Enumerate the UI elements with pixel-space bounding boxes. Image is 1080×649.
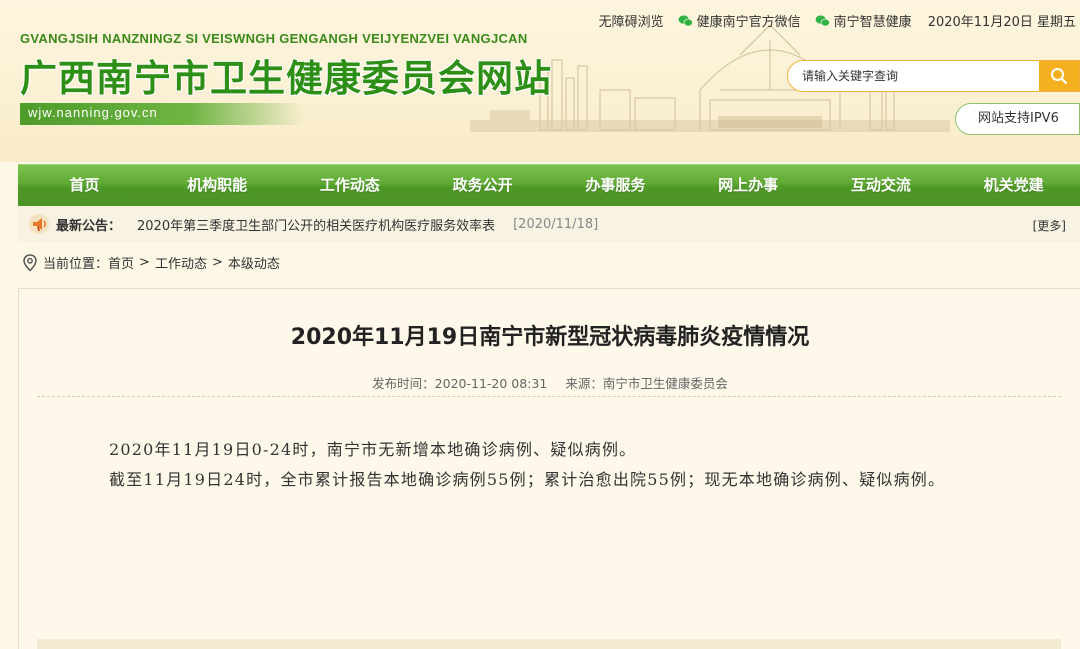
article-paragraph: 2020年11月19日0-24时，南宁市无新增本地确诊病例、疑似病例。	[109, 440, 637, 459]
wechat-smart-link[interactable]: 南宁智慧健康	[815, 11, 912, 30]
source-label: 来源：	[565, 376, 603, 391]
current-date: 2020年11月20日 星期五	[927, 15, 1076, 30]
site-title[interactable]: 广西南宁市卫生健康委员会网站	[20, 48, 552, 102]
article-paragraph: 截至11月19日24时，全市累计报告本地确诊病例55例；累计治愈出院55例；现无…	[109, 470, 946, 489]
wechat-icon	[678, 14, 693, 26]
horn-icon	[29, 214, 49, 234]
wechat-icon	[815, 14, 830, 26]
article-meta: 发布时间：2020-11-20 08:31 来源：南宁市卫生健康委员会	[19, 373, 1080, 392]
article-body: 2020年11月19日0-24时，南宁市无新增本地确诊病例、疑似病例。 截至11…	[77, 435, 1017, 495]
location-pin-icon	[23, 253, 37, 272]
nav-item-party-building[interactable]: 机关党建	[947, 165, 1080, 206]
wechat-smart-label: 南宁智慧健康	[833, 15, 912, 30]
breadcrumb: 当前位置： 首页 > 工作动态 > 本级动态	[22, 253, 280, 272]
announcement-date: [2020/11/18]	[513, 216, 599, 232]
breadcrumb-news[interactable]: 工作动态	[155, 253, 207, 272]
article: 2020年11月19日南宁市新型冠状病毒肺炎疫情情况 发布时间：2020-11-…	[18, 288, 1080, 649]
search-box	[787, 60, 1080, 92]
accessibility-link[interactable]: 无障碍浏览	[599, 11, 664, 30]
nav-item-services[interactable]: 办事服务	[549, 165, 682, 206]
published-label: 发布时间：	[372, 376, 435, 391]
site-header: 无障碍浏览 健康南宁官方微信 南宁智慧健康 2020年11月20日 星期五 GV…	[0, 0, 1080, 162]
nav-item-public-affairs[interactable]: 政务公开	[416, 165, 549, 206]
main-nav: 首页 机构职能 工作动态 政务公开 办事服务 网上办事 互动交流 机关党建	[18, 164, 1080, 206]
site-title-pinyin: GVANGJSIH NANZNINGZ SI VEISWNGH GENGANGH…	[20, 31, 528, 46]
article-footer-band	[37, 639, 1061, 649]
announcement-label: 最新公告：	[56, 218, 122, 234]
article-title: 2020年11月19日南宁市新型冠状病毒肺炎疫情情况	[290, 325, 810, 350]
search-button[interactable]	[1039, 61, 1079, 91]
nav-item-online-services[interactable]: 网上办事	[682, 165, 815, 206]
nav-item-news[interactable]: 工作动态	[284, 165, 417, 206]
breadcrumb-prefix: 当前位置：	[43, 257, 109, 272]
top-links: 无障碍浏览 健康南宁官方微信 南宁智慧健康 2020年11月20日 星期五	[599, 11, 1076, 30]
published-time: 2020-11-20 08:31	[434, 376, 548, 391]
site-domain-bar: wjw.nanning.gov.cn	[20, 103, 305, 125]
search-icon	[1051, 68, 1068, 85]
nav-item-home[interactable]: 首页	[18, 165, 151, 206]
nav-item-functions[interactable]: 机构职能	[151, 165, 284, 206]
breadcrumb-separator: >	[139, 255, 150, 270]
wechat-official-link[interactable]: 健康南宁官方微信	[678, 11, 801, 30]
announcement-more-link[interactable]: [更多]	[1033, 217, 1066, 234]
search-input[interactable]	[788, 61, 1039, 91]
wechat-official-label: 健康南宁官方微信	[696, 15, 801, 30]
ipv6-badge[interactable]: 网站支持IPV6	[955, 103, 1080, 135]
announcement-bar: 最新公告： 2020年第三季度卫生部门公开的相关医疗机构医疗服务效率表 [202…	[18, 206, 1080, 242]
breadcrumb-home[interactable]: 首页	[108, 253, 134, 272]
announcement-link[interactable]: 2020年第三季度卫生部门公开的相关医疗机构医疗服务效率表	[137, 215, 495, 234]
article-divider	[37, 396, 1061, 397]
site-domain: wjw.nanning.gov.cn	[28, 105, 158, 120]
nav-item-interaction[interactable]: 互动交流	[815, 165, 948, 206]
article-source: 南宁市卫生健康委员会	[602, 376, 728, 391]
breadcrumb-local-news[interactable]: 本级动态	[228, 253, 280, 272]
breadcrumb-separator: >	[211, 255, 223, 270]
